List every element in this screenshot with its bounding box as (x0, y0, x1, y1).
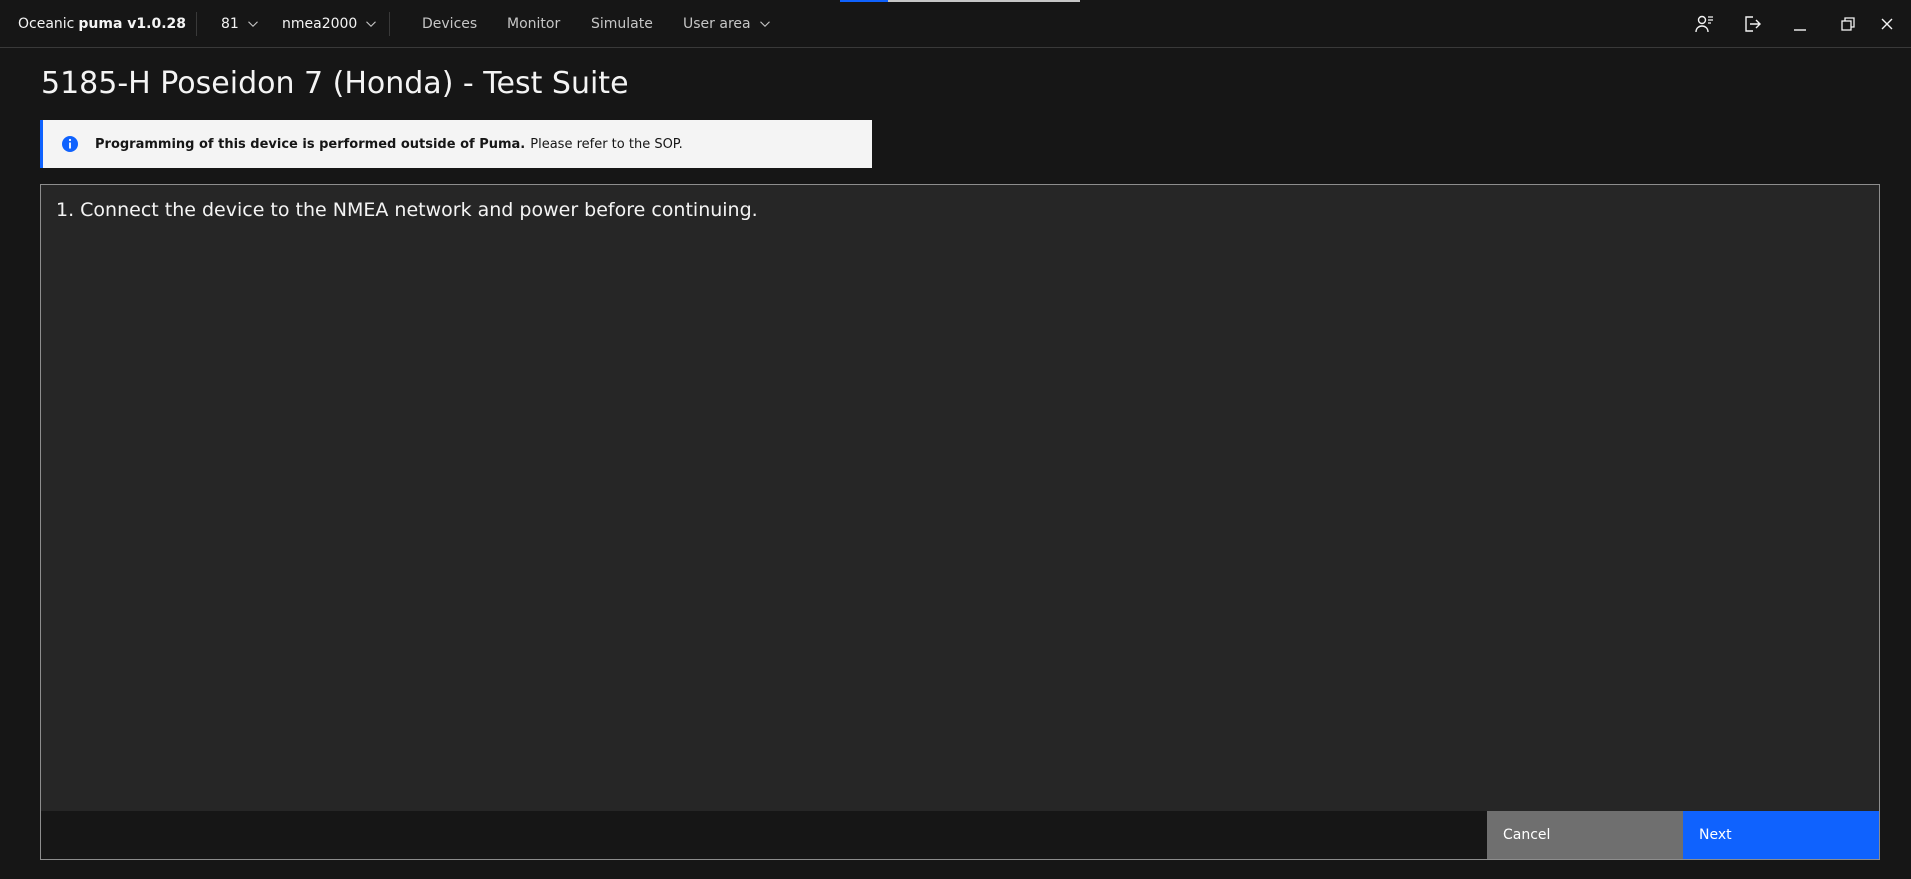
protocol-selector-value: nmea2000 (282, 16, 358, 32)
step-instruction: 1. Connect the device to the NMEA networ… (56, 199, 758, 221)
info-notification: Programming of this device is performed … (40, 120, 872, 168)
close-icon (1881, 18, 1893, 30)
chevron-down-icon (759, 21, 770, 28)
user-menu-button[interactable] (1680, 0, 1728, 48)
chevron-down-icon (366, 21, 377, 28)
user-list-icon (1695, 15, 1713, 33)
minimize-icon (1794, 29, 1806, 31)
nav-user-area-label: User area (683, 16, 751, 32)
notification-title: Programming of this device is performed … (95, 136, 526, 152)
logout-button[interactable] (1728, 0, 1776, 48)
header-divider (389, 12, 390, 36)
chevron-down-icon (247, 21, 258, 28)
close-button[interactable] (1863, 0, 1911, 48)
minimize-button[interactable] (1776, 0, 1824, 48)
top-progress-indicator (840, 0, 1080, 2)
next-button[interactable]: Next (1683, 811, 1879, 859)
brand-name: puma v1.0.28 (78, 16, 186, 32)
number-selector-value: 81 (221, 16, 239, 32)
cancel-button[interactable]: Cancel (1487, 811, 1683, 859)
page-title: 5185-H Poseidon 7 (Honda) - Test Suite (41, 66, 629, 101)
header-divider (196, 12, 197, 36)
panel-footer: Cancel Next (41, 811, 1879, 859)
nav-simulate[interactable]: Simulate (591, 0, 653, 48)
number-selector[interactable]: 81 (221, 0, 259, 48)
top-bar: Oceanic puma v1.0.28 81 nmea2000 Devices… (0, 0, 1911, 48)
nav-user-area[interactable]: User area (683, 0, 771, 48)
brand-prefix: Oceanic (18, 16, 75, 32)
info-icon (61, 135, 79, 153)
nav-monitor[interactable]: Monitor (507, 0, 560, 48)
restore-icon (1841, 17, 1855, 31)
test-step-panel: 1. Connect the device to the NMEA networ… (40, 184, 1880, 860)
nav-devices[interactable]: Devices (422, 0, 477, 48)
notification-subtitle: Please refer to the SOP. (530, 136, 683, 152)
protocol-selector[interactable]: nmea2000 (282, 0, 377, 48)
logout-icon (1745, 16, 1761, 32)
app-brand: Oceanic puma v1.0.28 (18, 0, 186, 48)
